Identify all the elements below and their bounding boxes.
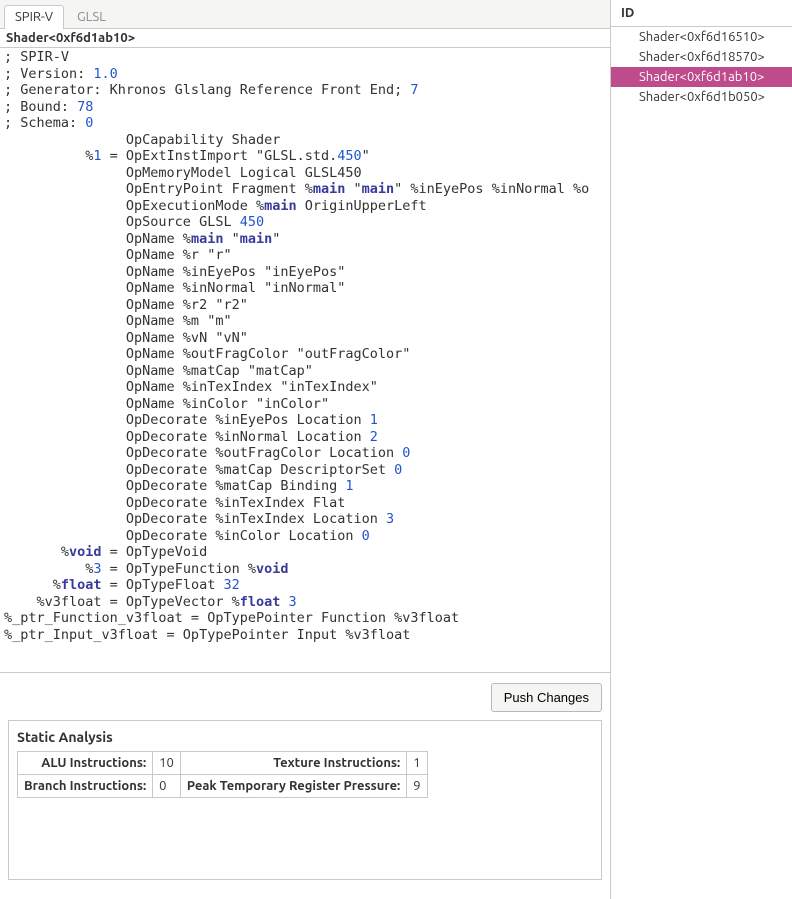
static-analysis-title: Static Analysis [17, 729, 593, 745]
shader-title: Shader<0xf6d1ab10> [0, 29, 610, 48]
peak-reg-value: 9 [407, 775, 427, 798]
id-list-item[interactable]: Shader<0xf6d16510> [611, 27, 792, 47]
tabs: SPIR-V GLSL [0, 0, 610, 29]
code-content: ; SPIR-V ; Version: 1.0 ; Generator: Khr… [0, 48, 610, 647]
branch-instr-value: 0 [153, 775, 181, 798]
button-row: Push Changes [0, 673, 610, 720]
alu-instr-label: ALU Instructions: [18, 752, 153, 775]
id-list[interactable]: Shader<0xf6d16510> Shader<0xf6d18570> Sh… [611, 27, 792, 107]
id-list-item[interactable]: Shader<0xf6d18570> [611, 47, 792, 67]
right-pane: ID Shader<0xf6d16510> Shader<0xf6d18570>… [611, 0, 792, 899]
alu-instr-value: 10 [153, 752, 181, 775]
static-analysis-table: ALU Instructions: 10 Texture Instruction… [17, 751, 428, 798]
push-changes-button[interactable]: Push Changes [491, 683, 602, 712]
code-viewer[interactable]: ; SPIR-V ; Version: 1.0 ; Generator: Khr… [0, 48, 610, 673]
id-list-item[interactable]: Shader<0xf6d1ab10> [611, 67, 792, 87]
id-column-header: ID [611, 0, 792, 27]
left-pane: SPIR-V GLSL Shader<0xf6d1ab10> ; SPIR-V … [0, 0, 611, 899]
tex-instr-value: 1 [407, 752, 427, 775]
tex-instr-label: Texture Instructions: [180, 752, 406, 775]
peak-reg-label: Peak Temporary Register Pressure: [180, 775, 406, 798]
id-list-item[interactable]: Shader<0xf6d1b050> [611, 87, 792, 107]
tab-glsl[interactable]: GLSL [66, 5, 117, 29]
static-analysis-panel: Static Analysis ALU Instructions: 10 Tex… [8, 720, 602, 880]
tab-spirv[interactable]: SPIR-V [4, 5, 64, 29]
branch-instr-label: Branch Instructions: [18, 775, 153, 798]
